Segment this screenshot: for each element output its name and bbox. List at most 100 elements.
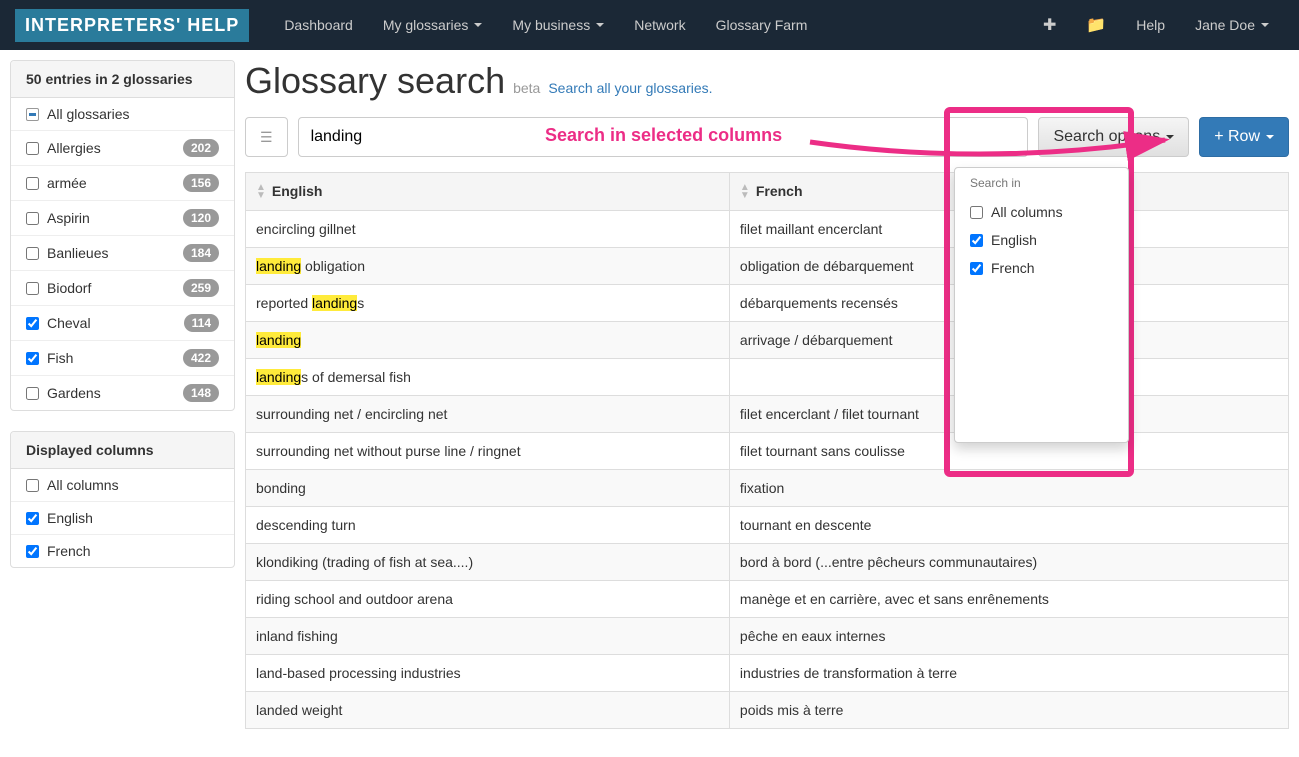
table-row[interactable]: surrounding net / encircling netfilet en… [246,396,1289,433]
table-row[interactable]: bondingfixation [246,470,1289,507]
add-row-button[interactable]: + Row [1199,117,1289,157]
entries-heading: 50 entries in 2 glossaries [11,61,234,98]
table-row[interactable]: landings of demersal fish [246,359,1289,396]
page-title: Glossary search beta Search all your glo… [245,60,1289,102]
glossary-checkbox[interactable] [26,317,39,330]
search-options-button[interactable]: Search options [1038,117,1189,157]
cell-french: pêche en eaux internes [729,618,1288,655]
glossary-checkbox[interactable] [26,212,39,225]
glossary-name: Cheval [47,315,184,331]
dd-label: French [991,260,1035,276]
filter-all-glossaries[interactable]: All glossaries [11,98,234,131]
sort-icon: ▲▼ [256,184,266,200]
table-row[interactable]: klondiking (trading of fish at sea....)b… [246,544,1289,581]
glossary-filter-item[interactable]: armée156 [11,166,234,201]
beta-badge: beta [513,80,540,96]
header-en-label: English [272,183,323,199]
dropdown-column-item[interactable]: English [955,226,1128,254]
search-input[interactable] [298,117,1029,157]
glossary-filter-item[interactable]: Banlieues184 [11,236,234,271]
cell-french: bord à bord (...entre pêcheurs communaut… [729,544,1288,581]
table-row[interactable]: land-based processing industriesindustri… [246,655,1289,692]
nav-my-glossaries[interactable]: My glossaries [368,2,498,48]
glossary-count-badge: 120 [183,209,219,227]
cell-english: landed weight [246,692,730,729]
glossary-checkbox[interactable] [26,352,39,365]
page-title-text: Glossary search [245,60,505,102]
header-fr-label: French [756,183,803,199]
table-row[interactable]: riding school and outdoor arenamanège et… [246,581,1289,618]
cell-english: land-based processing industries [246,655,730,692]
column-checkbox[interactable] [26,512,39,525]
glossary-count-badge: 114 [184,314,219,332]
main-content: Glossary search beta Search all your glo… [245,60,1289,729]
glossary-count-badge: 202 [183,139,219,157]
cell-english: landing [246,322,730,359]
glossary-filter-item[interactable]: Cheval114 [11,306,234,341]
checkbox-indeterminate-icon[interactable] [26,108,39,121]
dd-checkbox[interactable] [970,234,983,247]
column-filter-item[interactable]: English [11,502,234,535]
nav-help[interactable]: Help [1121,2,1180,48]
column-filter-item[interactable]: French [11,535,234,567]
glossary-checkbox[interactable] [26,142,39,155]
table-row[interactable]: descending turntournant en descente [246,507,1289,544]
dropdown-all-columns[interactable]: All columns [955,198,1128,226]
glossary-filter-item[interactable]: Gardens148 [11,376,234,410]
nav-user-menu[interactable]: Jane Doe [1180,2,1284,48]
glossary-filter-item[interactable]: Biodorf259 [11,271,234,306]
glossary-count-badge: 422 [183,349,219,367]
table-row[interactable]: reported landingsdébarquements recensés [246,285,1289,322]
subtitle-link[interactable]: Search all your glossaries. [548,80,712,96]
columns-panel: Displayed columns All columns EnglishFre… [10,431,235,568]
glossary-name: Banlieues [47,245,183,261]
folder-icon[interactable]: 📁 [1071,0,1121,50]
glossary-checkbox[interactable] [26,247,39,260]
table-row[interactable]: landed weightpoids mis à terre [246,692,1289,729]
menu-toggle-button[interactable]: ☰ [245,117,288,157]
add-row-label: + Row [1214,128,1260,146]
glossary-checkbox[interactable] [26,177,39,190]
search-options-label: Search options [1053,128,1160,146]
dd-checkbox[interactable] [970,262,983,275]
column-checkbox[interactable] [26,545,39,558]
cell-french: poids mis à terre [729,692,1288,729]
glossary-filter-item[interactable]: Aspirin120 [11,201,234,236]
dd-label: English [991,232,1037,248]
nav-network[interactable]: Network [619,2,700,48]
glossary-checkbox[interactable] [26,282,39,295]
glossary-checkbox[interactable] [26,387,39,400]
cell-french: manège et en carrière, avec et sans enrê… [729,581,1288,618]
table-row[interactable]: landingarrivage / débarquement [246,322,1289,359]
filter-all-columns[interactable]: All columns [11,469,234,502]
nav-my-business[interactable]: My business [497,2,619,48]
dd-all-label: All columns [991,204,1063,220]
nav-user-label: Jane Doe [1195,17,1255,33]
dropdown-column-item[interactable]: French [955,254,1128,282]
cell-french: industries de transformation à terre [729,655,1288,692]
glossary-filter-item[interactable]: Fish422 [11,341,234,376]
nav-dashboard[interactable]: Dashboard [269,2,368,48]
table-row[interactable]: inland fishingpêche en eaux internes [246,618,1289,655]
glossary-filter-item[interactable]: Allergies202 [11,131,234,166]
table-row[interactable]: surrounding net without purse line / rin… [246,433,1289,470]
dd-all-checkbox[interactable] [970,206,983,219]
table-row[interactable]: landing obligationobligation de débarque… [246,248,1289,285]
sort-icon: ▲▼ [740,184,750,200]
cell-english: reported landings [246,285,730,322]
hamburger-icon: ☰ [260,129,273,146]
nav-glossary-farm[interactable]: Glossary Farm [701,2,823,48]
add-icon[interactable]: ✚ [1028,0,1071,50]
glossary-name: Allergies [47,140,183,156]
glossaries-panel: 50 entries in 2 glossaries All glossarie… [10,60,235,411]
all-columns-label: All columns [47,477,219,493]
brand-logo[interactable]: INTERPRETERS' HELP [15,9,249,42]
table-row[interactable]: encircling gillnetfilet maillant encercl… [246,211,1289,248]
all-columns-checkbox[interactable] [26,479,39,492]
glossary-name: Gardens [47,385,183,401]
cell-english: bonding [246,470,730,507]
cell-english: landing obligation [246,248,730,285]
column-header-english[interactable]: ▲▼ English [246,173,730,211]
cell-english: klondiking (trading of fish at sea....) [246,544,730,581]
glossary-count-badge: 148 [183,384,219,402]
